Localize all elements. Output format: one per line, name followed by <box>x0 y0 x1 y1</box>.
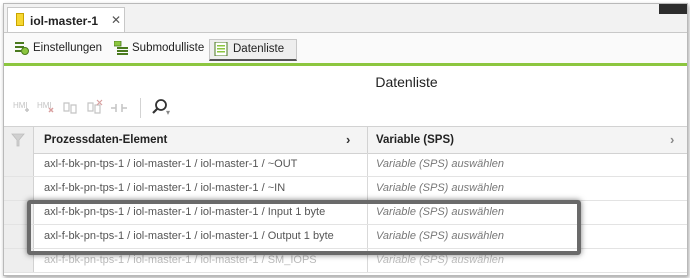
tab-einstellungen[interactable]: Einstellungen <box>15 39 107 61</box>
row-header[interactable] <box>4 177 34 200</box>
svg-text:HMI: HMI <box>13 101 28 110</box>
connect-icon[interactable] <box>109 99 129 117</box>
table-row[interactable]: axl-f-bk-pn-tps-1 / iol-master-1 / iol-m… <box>4 153 687 177</box>
variable-select[interactable]: Variable (SPS) auswählen <box>376 177 504 200</box>
process-data-element: axl-f-bk-pn-tps-1 / iol-master-1 / iol-m… <box>44 158 298 170</box>
tab-submodulliste[interactable]: Submodulliste <box>114 39 206 61</box>
link-add-icon[interactable] <box>61 99 81 117</box>
toolbar: HMI HMI ▾ <box>4 96 687 126</box>
close-icon[interactable]: ✕ <box>111 13 121 27</box>
chevron-right-icon[interactable]: › <box>346 127 350 153</box>
hmi-remove-icon[interactable]: HMI <box>37 99 57 117</box>
tab-submodulliste-label: Submodulliste <box>132 42 205 54</box>
sub-tab-bar: Einstellungen Submodulliste Datenliste <box>4 33 687 66</box>
data-list-icon <box>214 42 228 56</box>
tab-label: iol-master-1 <box>30 14 99 28</box>
tab-strip: iol-master-1 ✕ <box>4 4 687 33</box>
highlight-frame <box>27 200 581 255</box>
variable-select[interactable]: Variable (SPS) auswählen <box>376 153 504 176</box>
table-row[interactable]: axl-f-bk-pn-tps-1 / iol-master-1 / iol-m… <box>4 177 687 201</box>
settings-icon <box>15 42 29 55</box>
column-header-variable[interactable]: Variable (SPS) <box>376 127 454 153</box>
filter-header-cell[interactable] <box>4 127 34 153</box>
editor-window: iol-master-1 ✕ Einstellungen Submodullis… <box>3 3 688 276</box>
submodule-list-icon <box>114 41 128 55</box>
grid-header: Prozessdaten-Element › Variable (SPS) › <box>4 126 687 154</box>
tab-strip-edge <box>659 4 687 14</box>
column-divider[interactable] <box>367 127 368 153</box>
row-header[interactable] <box>4 153 34 176</box>
tab-iol-master-1[interactable]: iol-master-1 ✕ <box>7 7 125 32</box>
process-data-element: axl-f-bk-pn-tps-1 / iol-master-1 / iol-m… <box>44 182 286 194</box>
link-remove-icon[interactable] <box>85 99 105 117</box>
hmi-add-icon[interactable]: HMI <box>13 99 33 117</box>
toolbar-separator <box>140 98 141 118</box>
tab-datenliste[interactable]: Datenliste <box>209 39 297 61</box>
chevron-down-icon[interactable]: ▾ <box>166 108 186 126</box>
tab-datenliste-label: Datenliste <box>233 43 285 55</box>
filter-icon <box>11 133 25 147</box>
device-icon <box>16 13 24 26</box>
page-title: Datenliste <box>375 74 438 90</box>
column-header-element[interactable]: Prozessdaten-Element <box>44 127 167 153</box>
chevron-right-icon[interactable]: › <box>670 127 674 153</box>
tab-einstellungen-label: Einstellungen <box>33 42 103 54</box>
